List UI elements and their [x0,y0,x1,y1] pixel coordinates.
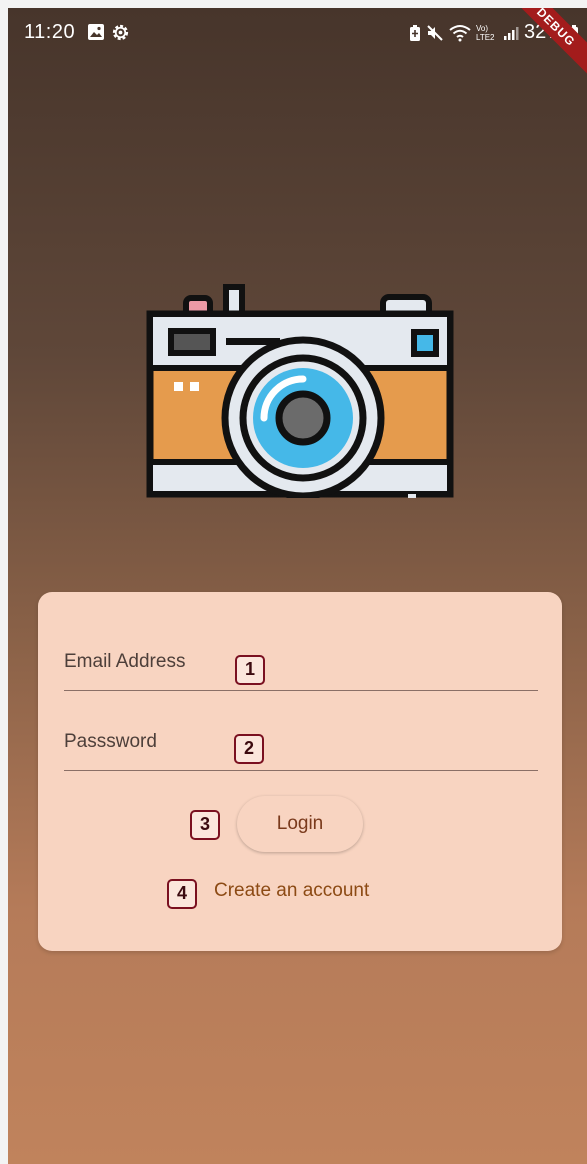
status-clock: 11:20 [24,21,76,43]
annotation-badge-3: 3 [190,810,220,840]
wifi-icon [449,24,471,41]
annotation-badge-4: 4 [167,879,197,909]
gallery-icon [88,24,104,40]
password-input[interactable] [64,716,538,770]
app-screen: 11:20 Vo) LTE2 32% DEBUG Email Address 1… [8,8,587,1164]
debug-banner: DEBUG [502,8,587,81]
password-field[interactable]: Passsword [64,716,538,771]
login-card: Email Address 1 Passsword 2 3 Login 4 Cr… [38,592,562,951]
email-input[interactable] [64,636,538,690]
status-left-icons [87,23,130,42]
mute-icon [427,24,443,41]
status-bar: 11:20 Vo) LTE2 32% DEBUG [8,8,587,81]
annotation-badge-1: 1 [235,655,265,685]
create-account-link[interactable]: Create an account [214,880,369,902]
settings-gear-icon [112,24,129,41]
battery-saver-icon [409,24,420,41]
login-button[interactable]: Login [237,796,363,852]
email-field[interactable]: Email Address [64,636,538,691]
camera-icon [146,284,454,498]
network-type-label: Vo) LTE2 [475,23,495,42]
annotation-badge-2: 2 [234,734,264,764]
signal-icon [503,26,519,40]
